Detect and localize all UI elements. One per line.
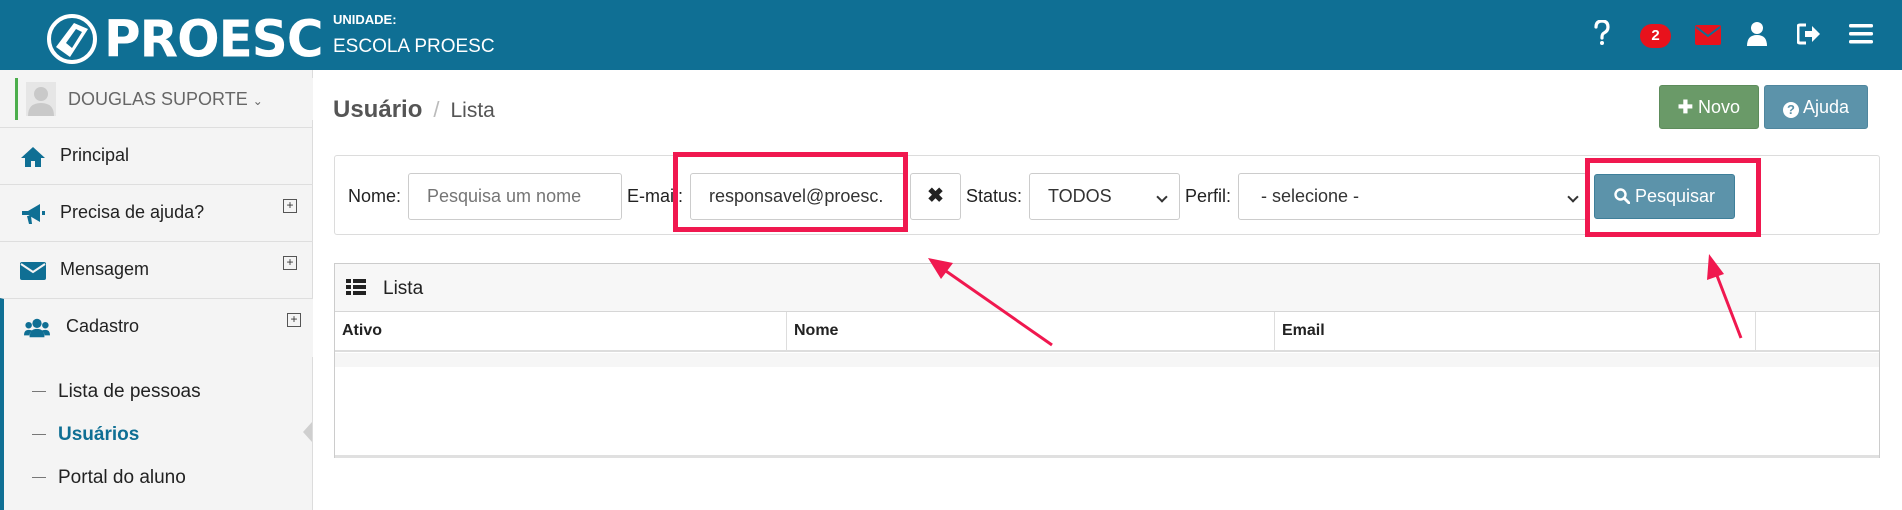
- arrow-to-email-field: [942, 267, 1053, 347]
- arrow-head-email: [928, 258, 953, 279]
- annotation-arrows: [928, 254, 1743, 347]
- arrow-head-search: [1707, 254, 1724, 280]
- arrow-to-search-button: [1714, 272, 1743, 339]
